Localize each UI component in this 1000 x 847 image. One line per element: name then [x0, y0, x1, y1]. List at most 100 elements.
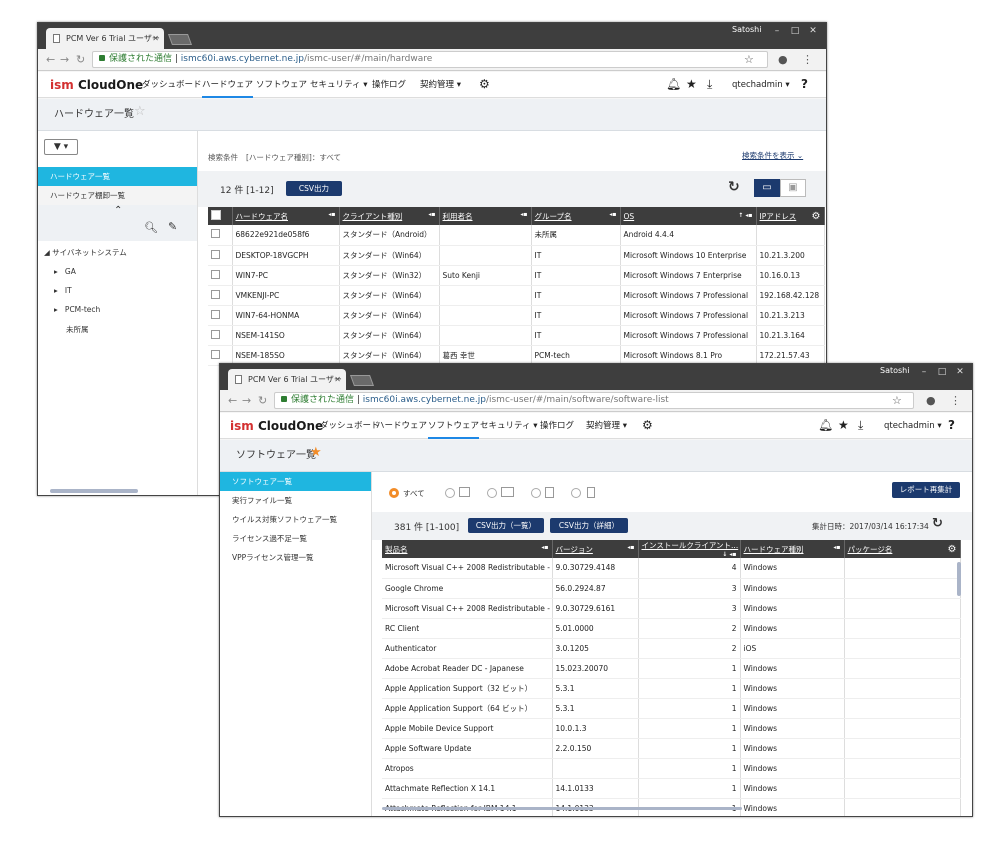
- minimize-icon[interactable]: –: [915, 366, 933, 378]
- profile-name[interactable]: Satoshi: [880, 366, 909, 375]
- maximize-icon[interactable]: □: [786, 25, 804, 37]
- csv-export-detail-button[interactable]: CSV出力（詳細）: [550, 518, 628, 533]
- radio-desktop[interactable]: [445, 488, 455, 498]
- sidebar-item-license-shortage[interactable]: ライセンス過不足一覧: [220, 529, 371, 548]
- column-header-os[interactable]: OS ↑ ◂▪: [620, 207, 757, 225]
- search-icon[interactable]: 🔍︎: [144, 221, 158, 234]
- table-row[interactable]: VMKENJI-PC スタンダード（Win64） IT Microsoft Windo…: [208, 285, 825, 306]
- help-icon[interactable]: ?: [948, 418, 955, 432]
- new-tab-button[interactable]: [167, 34, 193, 45]
- menu-dashboard[interactable]: ダッシュボード: [142, 72, 202, 98]
- url-field[interactable]: 保護された通信 | ismc60i.aws.cybernet.ne.jp/ism…: [92, 51, 768, 68]
- table-row[interactable]: DESKTOP-18VGCPH スタンダード（Win64） IT Microsoft …: [208, 245, 825, 266]
- csv-export-brief-button[interactable]: CSV出力（一覧）: [468, 518, 544, 533]
- help-icon[interactable]: ?: [801, 77, 808, 91]
- maximize-icon[interactable]: □: [933, 366, 951, 378]
- refresh-icon[interactable]: ↻: [728, 179, 740, 195]
- tab-close-icon[interactable]: ✕: [334, 369, 341, 391]
- row-checkbox[interactable]: [208, 225, 233, 246]
- table-row[interactable]: RC Client 5.01.0000 2 Windows: [382, 618, 961, 639]
- tab-close-icon[interactable]: ✕: [152, 28, 159, 50]
- sidebar-item-vpp-license[interactable]: VPPライセンス管理一覧: [220, 548, 371, 567]
- vertical-scrollbar[interactable]: [957, 562, 961, 596]
- account-menu[interactable]: qtechadmin ▾: [884, 413, 942, 439]
- back-icon[interactable]: ←: [46, 53, 55, 66]
- tree-node-ga[interactable]: ▸ GA: [54, 267, 76, 276]
- extension-icon[interactable]: ●: [926, 394, 936, 407]
- extension-icon[interactable]: ●: [778, 53, 788, 66]
- column-header-ip-address[interactable]: IPアドレス ⚙: [756, 207, 825, 225]
- table-row[interactable]: Apple Application Support（64 ビット） 5.3.1 1 W…: [382, 698, 961, 719]
- back-icon[interactable]: ←: [228, 394, 237, 407]
- menu-operation-log[interactable]: 操作ログ: [540, 413, 574, 439]
- table-row[interactable]: Microsoft Visual C++ 2008 Redistributabl…: [382, 598, 961, 619]
- browser-tab[interactable]: PCM Ver 6 Trial ユーザー ✕: [46, 28, 164, 50]
- star-icon[interactable]: ★: [686, 77, 697, 91]
- column-header-hardware-name[interactable]: ハードウェア名 ◂▪: [232, 207, 340, 225]
- row-checkbox[interactable]: [208, 285, 233, 306]
- bell-icon[interactable]: 🔔︎: [818, 418, 833, 432]
- select-all-checkbox[interactable]: [208, 207, 233, 225]
- bell-icon[interactable]: 🔔︎: [666, 77, 681, 91]
- radio-all[interactable]: [389, 488, 399, 498]
- reload-icon[interactable]: ↻: [76, 53, 85, 66]
- menu-software[interactable]: ソフトウェア: [428, 413, 480, 439]
- menu-security[interactable]: セキュリティ ▾: [480, 413, 537, 439]
- csv-export-button[interactable]: CSV出力: [286, 181, 342, 196]
- table-row[interactable]: WIN7-64-HONMA スタンダード（Win64） IT Microsoft Wi…: [208, 305, 825, 326]
- menu-hardware[interactable]: ハードウェア: [376, 413, 427, 439]
- table-row[interactable]: NSEM-185SO スタンダード（Win64） 葛西 幸世 PCM-tech Micr…: [208, 345, 825, 366]
- column-header-user-name[interactable]: 利用者名 ◂▪: [439, 207, 532, 225]
- chrome-menu-icon[interactable]: ⋮: [950, 394, 961, 407]
- minimize-icon[interactable]: –: [768, 25, 786, 37]
- sidebar-item-antivirus-list[interactable]: ウイルス対策ソフトウェア一覧: [220, 510, 371, 529]
- column-header-version[interactable]: バージョン ◂▪: [552, 540, 639, 558]
- menu-contract[interactable]: 契約管理 ▾: [420, 72, 461, 98]
- menu-hardware[interactable]: ハードウェア: [202, 72, 254, 98]
- row-checkbox[interactable]: [208, 305, 233, 326]
- download-icon[interactable]: ⤓: [707, 77, 712, 91]
- row-checkbox[interactable]: [208, 245, 233, 266]
- row-checkbox[interactable]: [208, 345, 233, 366]
- favorite-star-icon[interactable]: ☆: [134, 104, 146, 119]
- table-row[interactable]: Attachmate Reflection X 14.1 14.1.0133 1 Wi…: [382, 778, 961, 799]
- horizontal-scrollbar[interactable]: [382, 807, 742, 810]
- bookmark-star-icon[interactable]: ☆: [892, 394, 902, 407]
- table-row[interactable]: Google Chrome 56.0.2924.87 3 Windows: [382, 578, 961, 599]
- star-icon[interactable]: ★: [838, 418, 849, 432]
- favorite-star-icon[interactable]: ★: [310, 445, 322, 460]
- profile-name[interactable]: Satoshi: [732, 25, 761, 34]
- close-icon[interactable]: ✕: [804, 25, 822, 37]
- table-row[interactable]: WIN7-PC スタンダード（Win32） Suto Kenji IT Microsof…: [208, 265, 825, 286]
- tree-root[interactable]: ◢ サイバネットシステム: [44, 247, 127, 258]
- menu-operation-log[interactable]: 操作ログ: [372, 72, 406, 98]
- new-tab-button[interactable]: [349, 375, 375, 386]
- radio-monitor[interactable]: [487, 488, 497, 498]
- list-view-icon[interactable]: ▭: [754, 179, 780, 197]
- menu-software[interactable]: ソフトウェア: [256, 72, 307, 98]
- ism-cloudone-logo[interactable]: ism CloudOne: [230, 419, 323, 433]
- row-checkbox[interactable]: [208, 265, 233, 286]
- table-row[interactable]: NSEM-141SO スタンダード（Win64） IT Microsoft Windo…: [208, 325, 825, 346]
- column-header-package-name[interactable]: パッケージ名 ⚙: [844, 540, 961, 558]
- menu-contract[interactable]: 契約管理 ▾: [586, 413, 627, 439]
- forward-icon[interactable]: →: [242, 394, 251, 407]
- chrome-menu-icon[interactable]: ⋮: [802, 53, 813, 66]
- edit-pencil-icon[interactable]: ✎: [168, 220, 177, 233]
- bookmark-star-icon[interactable]: ☆: [744, 53, 754, 66]
- close-icon[interactable]: ✕: [951, 366, 969, 378]
- collapse-up-icon[interactable]: ⌃: [114, 205, 122, 216]
- table-row[interactable]: Atropos 1 Windows: [382, 758, 961, 779]
- url-field[interactable]: 保護された通信 | ismc60i.aws.cybernet.ne.jp/ism…: [274, 392, 914, 409]
- sidebar-item-hardware-inventory[interactable]: ハードウェア棚卸一覧: [38, 186, 197, 205]
- gear-icon[interactable]: ⚙: [642, 418, 653, 432]
- table-row[interactable]: Adobe Acrobat Reader DC - Japanese 15.023…: [382, 658, 961, 679]
- download-icon[interactable]: ⤓: [858, 418, 863, 432]
- menu-security[interactable]: セキュリティ ▾: [310, 72, 367, 98]
- column-header-hardware-type[interactable]: ハードウェア種別 ◂▪: [740, 540, 845, 558]
- tile-view-icon[interactable]: ▣: [780, 179, 806, 197]
- account-menu[interactable]: qtechadmin ▾: [732, 72, 790, 98]
- table-row[interactable]: Apple Application Support（32 ビット） 5.3.1 1 W…: [382, 678, 961, 699]
- report-recount-button[interactable]: レポート再集計: [892, 482, 960, 498]
- tree-node-it[interactable]: ▸ IT: [54, 286, 72, 295]
